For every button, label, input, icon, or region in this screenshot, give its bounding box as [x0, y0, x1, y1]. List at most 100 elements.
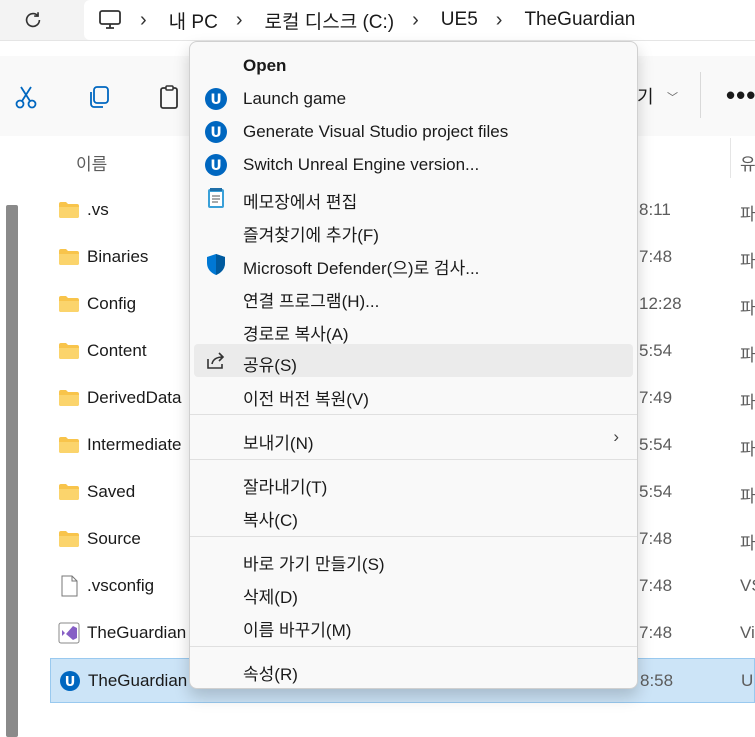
chevron-down-icon[interactable]: ﹀ [667, 89, 678, 105]
file-name: Content [87, 341, 147, 360]
menu-item-copy-path[interactable]: 경로로 복사(A) [194, 313, 633, 346]
file-name: Config [87, 294, 137, 313]
menu-item-label: 메모장에서 편집 [243, 193, 358, 212]
refresh-icon[interactable] [22, 9, 44, 31]
folder-icon [58, 246, 80, 268]
menu-item-cut[interactable]: 잘라내기(T) [194, 466, 633, 499]
breadcrumb-item-local-disk[interactable]: 로컬 디스크 (C:) [265, 7, 395, 34]
paste-icon[interactable] [157, 84, 183, 110]
column-divider[interactable] [730, 138, 731, 178]
folder-icon [58, 481, 80, 503]
breadcrumb-item-ue5[interactable]: UE5 [441, 9, 478, 31]
column-header-name[interactable]: 이름 [76, 150, 107, 175]
file-type: 파 [740, 487, 755, 506]
menu-item-label: 즐겨찾기에 추가(F) [243, 226, 379, 245]
unreal-engine-icon: U [205, 154, 227, 176]
file-type: U [741, 671, 754, 690]
menu-item-edit-notepad[interactable]: 메모장에서 편집 [194, 181, 633, 214]
file-name: DerivedData [87, 388, 182, 407]
notepad-icon [208, 188, 224, 208]
menu-item-add-favorites[interactable]: 즐겨찾기에 추가(F) [194, 214, 633, 247]
file-name: TheGuardian [88, 671, 188, 690]
file-modified-time: 7:48 [639, 576, 673, 595]
menu-item-label: Switch Unreal Engine version... [243, 155, 480, 174]
visual-studio-icon [58, 622, 80, 644]
file-modified-time: 8:58 [640, 671, 674, 690]
folder-icon [58, 528, 80, 550]
menu-item-send-to[interactable]: 보내기(N) › [194, 422, 633, 455]
menu-item-label: Launch game [243, 89, 347, 108]
context-menu: Open U Launch game U Generate Visual Stu… [189, 41, 638, 689]
file-icon [58, 575, 80, 597]
file-modified-time: 7:49 [639, 388, 673, 407]
menu-item-label: 바로 가기 만들기(S) [243, 555, 385, 574]
file-name: Saved [87, 482, 136, 501]
breadcrumb-item-theguardian[interactable]: TheGuardian [524, 9, 635, 31]
menu-item-delete[interactable]: 삭제(D) [194, 576, 633, 609]
menu-item-label: 삭제(D) [243, 588, 298, 607]
svg-text:U: U [65, 675, 76, 690]
menu-item-label: 보내기(N) [243, 434, 314, 453]
menu-separator [190, 414, 637, 415]
menu-item-label: 경로로 복사(A) [243, 325, 349, 344]
chevron-right-icon[interactable]: › [412, 9, 419, 32]
shield-icon [207, 254, 225, 275]
menu-item-launch-game[interactable]: U Launch game [194, 82, 633, 115]
file-modified-time: 5:54 [639, 435, 673, 454]
chevron-right-icon[interactable]: › [236, 9, 243, 32]
file-modified-time: 7:48 [639, 247, 673, 266]
chevron-right-icon[interactable]: › [140, 9, 147, 32]
menu-item-share[interactable]: 공유(S) [194, 344, 633, 377]
file-name: Binaries [87, 247, 149, 266]
menu-item-open-with[interactable]: 연결 프로그램(H)... [194, 280, 633, 313]
file-name: .vs [87, 200, 109, 219]
folder-icon [58, 434, 80, 456]
toolbar-divider [700, 72, 701, 118]
copy-icon[interactable] [86, 84, 112, 110]
chevron-right-icon[interactable]: › [496, 9, 503, 32]
file-name: Source [87, 529, 141, 548]
computer-icon[interactable] [98, 9, 122, 31]
menu-item-label: 복사(C) [243, 511, 298, 530]
file-type: 파 [740, 440, 755, 459]
folder-icon [58, 340, 80, 362]
file-type: 파 [740, 252, 755, 271]
menu-item-generate-vs-project[interactable]: U Generate Visual Studio project files [194, 115, 633, 148]
file-modified-time: 7:48 [639, 623, 673, 642]
file-modified-time: 5:54 [639, 482, 673, 501]
breadcrumb[interactable]: › 내 PC › 로컬 디스크 (C:) › UE5 › TheGuardian [84, 0, 755, 40]
svg-text:U: U [210, 92, 221, 108]
file-type: 파 [740, 346, 755, 365]
sort-button[interactable]: 기 [637, 83, 654, 109]
menu-item-properties[interactable]: 속성(R) [194, 653, 633, 686]
menu-item-label: 속성(R) [243, 665, 298, 684]
breadcrumb-item-my-pc[interactable]: 내 PC [169, 7, 218, 34]
menu-item-copy[interactable]: 복사(C) [194, 499, 633, 532]
navigation-pane-scrollbar[interactable] [6, 205, 18, 737]
more-options-button[interactable]: ••• [726, 80, 755, 111]
file-type: 파 [740, 534, 755, 553]
menu-item-label: Microsoft Defender(으)로 검사... [243, 259, 480, 278]
menu-item-label: 연결 프로그램(H)... [243, 292, 380, 311]
menu-item-create-shortcut[interactable]: 바로 가기 만들기(S) [194, 543, 633, 576]
menu-item-label: 공유(S) [243, 356, 297, 375]
menu-separator [190, 646, 637, 647]
folder-icon [58, 199, 80, 221]
file-type: 파 [740, 205, 755, 224]
menu-item-defender-scan[interactable]: Microsoft Defender(으)로 검사... [194, 247, 633, 280]
folder-icon [58, 387, 80, 409]
file-modified-time: 12:28 [639, 294, 682, 313]
column-header-type[interactable]: 유 [740, 150, 755, 175]
menu-item-restore-previous[interactable]: 이전 버전 복원(V) [194, 378, 633, 411]
unreal-engine-icon: U [205, 121, 227, 143]
menu-item-open[interactable]: Open [194, 49, 633, 82]
unreal-engine-icon: U [59, 670, 81, 692]
menu-item-switch-ue-version[interactable]: U Switch Unreal Engine version... [194, 148, 633, 181]
file-modified-time: 5:54 [639, 341, 673, 360]
unreal-engine-icon: U [205, 88, 227, 110]
cut-icon[interactable] [13, 84, 39, 110]
menu-item-rename[interactable]: 이름 바꾸기(M) [194, 609, 633, 642]
svg-text:U: U [210, 125, 221, 141]
menu-item-label: 이전 버전 복원(V) [243, 390, 369, 409]
file-name: Intermediate [87, 435, 182, 454]
